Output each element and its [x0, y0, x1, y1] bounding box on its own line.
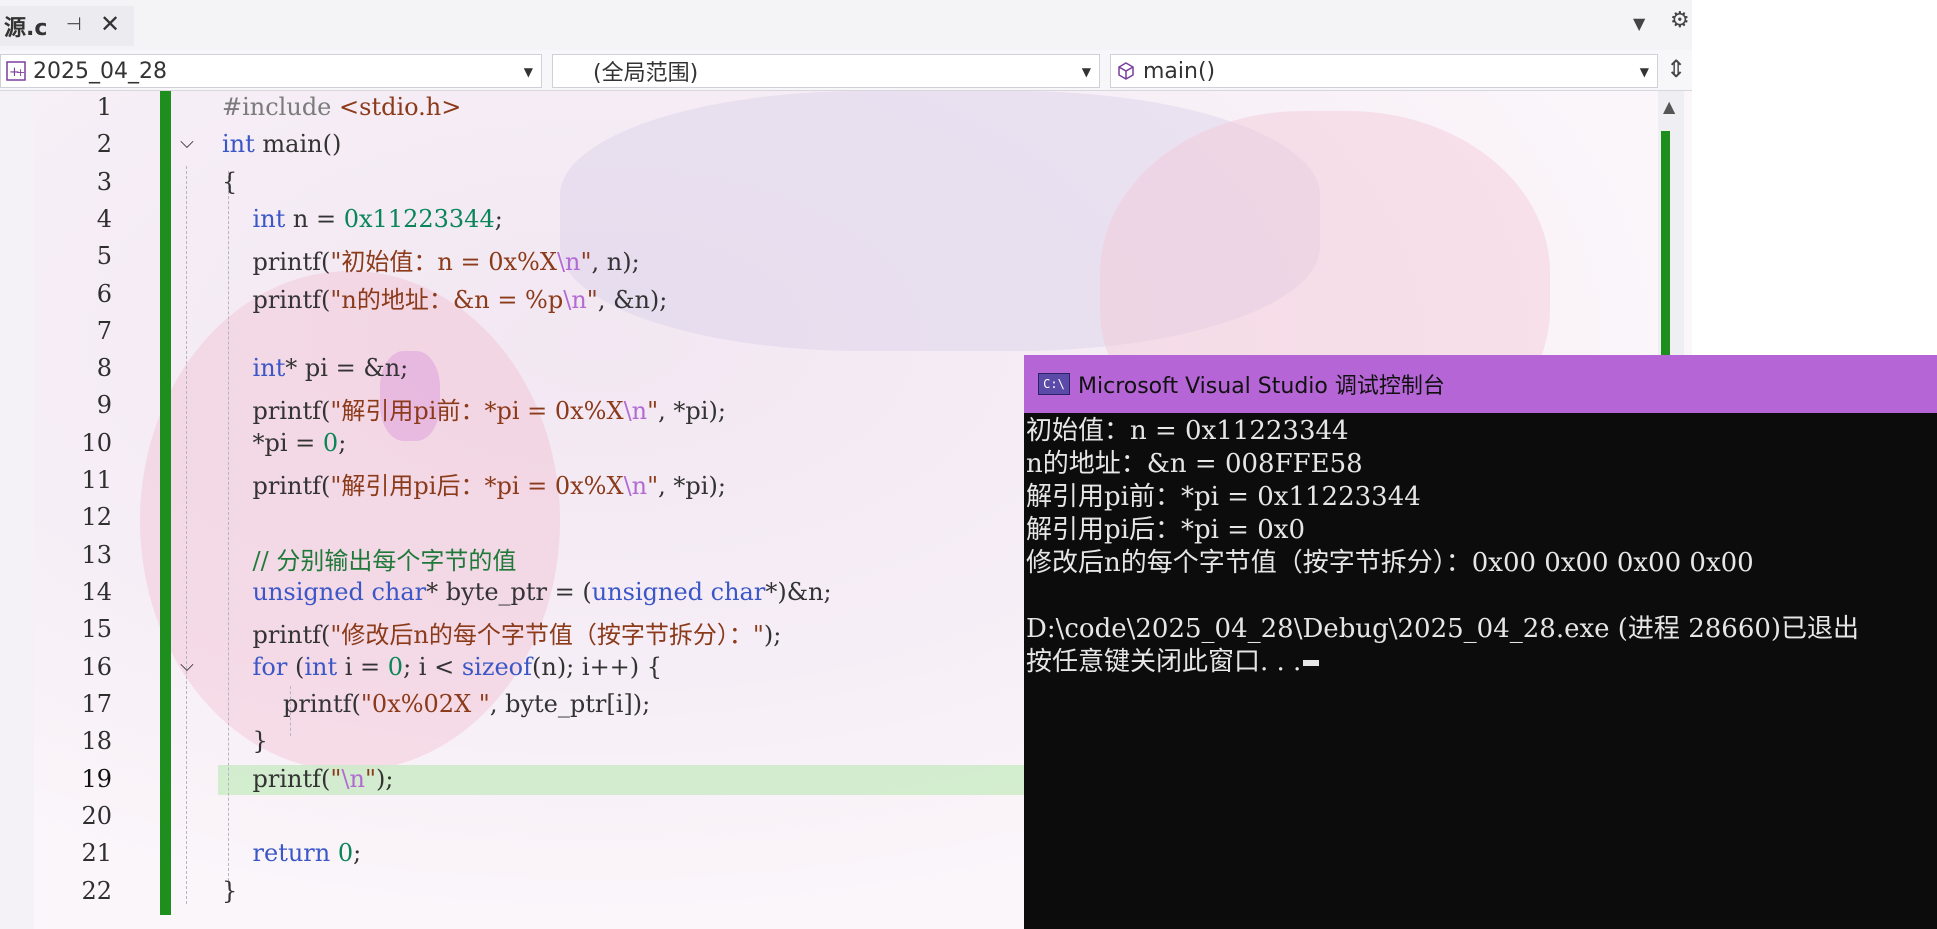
code-line: }: [222, 877, 238, 905]
code-line: #include <stdio.h>: [222, 93, 462, 121]
console-line: 初始值：n = 0x11223344: [1026, 416, 1349, 446]
pin-icon[interactable]: ⊣: [66, 14, 82, 35]
code-line: for (int i = 0; i < sizeof(n); i++) {: [252, 653, 663, 681]
line-number: 18: [81, 727, 112, 755]
scope-guide-line: [186, 166, 187, 904]
line-number-current: 19: [81, 765, 112, 793]
scroll-up-icon[interactable]: ▲: [1663, 97, 1675, 116]
chevron-down-icon: ▼: [523, 65, 533, 79]
editor-margin: [0, 91, 34, 929]
navigation-bar: + + 2025_04_28 ▼ (全局范围) ▼ main() ▼ ⇕: [0, 50, 1692, 91]
line-number: 10: [81, 429, 112, 457]
code-line: // 分别输出每个字节的值: [252, 547, 517, 575]
chevron-down-icon: ▼: [1081, 65, 1091, 79]
line-number: 3: [96, 168, 112, 196]
line-number: 4: [96, 205, 112, 233]
svg-text:+: +: [16, 66, 25, 79]
line-number: 22: [81, 877, 112, 905]
code-line: int n = 0x11223344;: [252, 205, 503, 233]
project-label: 2025_04_28: [33, 58, 167, 84]
line-number: 21: [81, 839, 112, 867]
line-number: 14: [81, 578, 112, 606]
line-number: 12: [81, 503, 112, 531]
line-number: 17: [81, 690, 112, 718]
line-number: 11: [81, 466, 112, 494]
code-line: {: [222, 168, 238, 196]
collapse-chevron-icon[interactable]: ⌵: [176, 133, 198, 155]
code-line: printf("0x%02X ", byte_ptr[i]);: [222, 690, 651, 718]
line-number: 6: [96, 280, 112, 308]
code-line: int* pi = &n;: [252, 354, 409, 382]
document-tab[interactable]: 源.c ⊣ ✕: [0, 6, 134, 46]
tab-title: 源.c: [4, 16, 48, 41]
line-number: 9: [96, 391, 112, 419]
code-line: printf("解引用pi后：*pi = 0x%X\n", *pi);: [222, 472, 726, 500]
collapse-chevron-icon[interactable]: ⌵: [176, 656, 198, 678]
code-line: printf("初始值：n = 0x%X\n", n);: [222, 248, 640, 276]
code-line: }: [222, 727, 268, 755]
gear-icon[interactable]: ⚙: [1670, 8, 1690, 33]
console-title-bar[interactable]: C:\ Microsoft Visual Studio 调试控制台: [1024, 355, 1937, 413]
split-window-icon[interactable]: ⇕: [1662, 56, 1690, 84]
code-line: printf("修改后n的每个字节值（按字节拆分）：");: [222, 621, 782, 649]
scope-dropdown[interactable]: (全局范围) ▼: [552, 54, 1100, 88]
console-app-icon: C:\: [1038, 373, 1070, 395]
console-line: D:\code\2025_04_28\Debug\2025_04_28.exe …: [1026, 614, 1860, 644]
console-line: 修改后n的每个字节值（按字节拆分）：0x00 0x00 0x00 0x00: [1026, 548, 1754, 578]
scrollbar-change-marker: [1661, 131, 1670, 361]
scope-label: (全局范围): [593, 61, 699, 86]
line-number: 7: [96, 317, 112, 345]
console-line: 解引用pi后：*pi = 0x0: [1026, 515, 1305, 545]
line-number: 16: [81, 653, 112, 681]
project-dropdown[interactable]: + + 2025_04_28 ▼: [0, 54, 542, 88]
code-line: printf("解引用pi前：*pi = 0x%X\n", *pi);: [222, 397, 726, 425]
line-number: 1: [96, 93, 112, 121]
console-line: 解引用pi前：*pi = 0x11223344: [1026, 482, 1421, 512]
code-line: return 0;: [252, 839, 362, 867]
line-number-gutter: 1 2 3 4 5 6 7 8 9 10 11 12 13 14 15 16 1…: [34, 91, 154, 929]
tab-overflow-chevron-icon[interactable]: ▼: [1633, 14, 1645, 33]
chevron-down-icon: ▼: [1639, 65, 1649, 79]
line-number: 8: [96, 354, 112, 382]
code-line-current: printf("\n");: [222, 765, 394, 793]
code-line: *pi = 0;: [222, 429, 347, 457]
change-tracking-bar: [160, 91, 171, 915]
member-dropdown[interactable]: main() ▼: [1110, 54, 1658, 88]
close-icon[interactable]: ✕: [100, 10, 120, 38]
member-label: main(): [1143, 58, 1216, 84]
text-cursor: [1303, 660, 1320, 666]
project-icon: + +: [5, 60, 27, 82]
console-output: 初始值：n = 0x11223344 n的地址：&n = 008FFE58 解引…: [1026, 415, 1936, 679]
line-number: 2: [96, 130, 112, 158]
cube-icon: [1115, 60, 1137, 82]
code-line: int main(): [222, 130, 342, 158]
console-prompt-line: 按任意键关闭此窗口. . .: [1026, 646, 1936, 679]
code-line: unsigned char* byte_ptr = (unsigned char…: [252, 578, 832, 606]
console-title: Microsoft Visual Studio 调试控制台: [1078, 374, 1445, 399]
line-number: 20: [81, 802, 112, 830]
document-tab-bar: 源.c ⊣ ✕ ▼ ⚙: [0, 0, 1692, 51]
console-line: n的地址：&n = 008FFE58: [1026, 449, 1363, 479]
code-line: printf("n的地址：&n = %p\n", &n);: [222, 286, 668, 314]
console-line: 按任意键关闭此窗口. . .: [1026, 647, 1302, 677]
line-number: 13: [81, 541, 112, 569]
line-number: 5: [96, 242, 112, 270]
debug-console-window[interactable]: C:\ Microsoft Visual Studio 调试控制台 初始值：n …: [1024, 355, 1937, 929]
line-number: 15: [81, 615, 112, 643]
